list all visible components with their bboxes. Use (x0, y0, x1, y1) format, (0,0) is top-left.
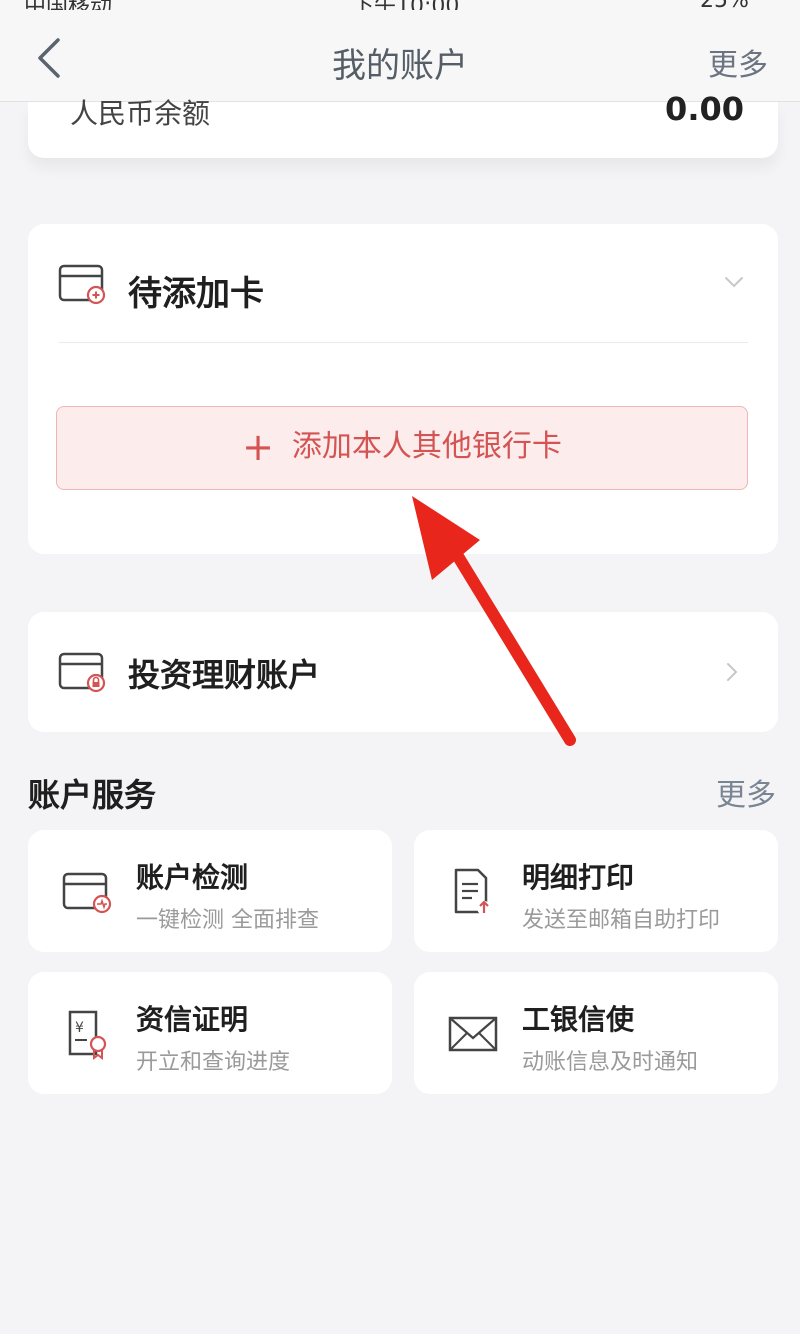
service-subtitle: 开立和查询进度 (136, 1050, 291, 1075)
service-title: 资信证明 (136, 1003, 249, 1036)
service-subtitle: 动账信息及时通知 (522, 1050, 699, 1075)
account-services-title: 账户服务 (28, 776, 157, 814)
balance-label: 人民币余额 (70, 97, 211, 130)
card-lock-icon (58, 652, 106, 693)
investment-account-title: 投资理财账户 (128, 656, 321, 694)
chevron-right-icon (727, 663, 738, 681)
service-subtitle: 一键检测 全面排查 (136, 908, 319, 933)
service-icbc-messenger[interactable]: 工银信使 动账信息及时通知 (414, 972, 778, 1094)
investment-account-row[interactable]: 投资理财账户 (28, 612, 778, 732)
account-services-more-button[interactable]: 更多 (716, 770, 776, 814)
service-title: 明细打印 (522, 861, 635, 894)
pending-cards-title: 待添加卡 (128, 274, 264, 314)
carrier-label: 中国移动 (24, 0, 112, 10)
balance-card: 人民币余额 0.00 (28, 90, 778, 158)
card-check-icon (62, 872, 112, 914)
battery-label: 25% (700, 0, 749, 10)
service-subtitle: 发送至邮箱自助打印 (522, 908, 721, 933)
certificate-icon: ¥ (68, 1010, 107, 1060)
page-title: 我的账户 (332, 46, 468, 86)
envelope-icon (448, 1016, 498, 1052)
divider (58, 342, 748, 343)
navigation-bar: 我的账户 更多 (0, 10, 800, 102)
pending-cards-panel: 待添加卡 + 添加本人其他银行卡 (28, 224, 778, 554)
plus-icon: + (242, 425, 274, 469)
nav-more-button[interactable]: 更多 (708, 40, 768, 84)
add-bank-card-button[interactable]: + 添加本人其他银行卡 (56, 406, 748, 490)
service-account-check[interactable]: 账户检测 一键检测 全面排查 (28, 830, 392, 952)
service-title: 工银信使 (522, 1003, 635, 1036)
service-credit-certificate[interactable]: ¥ 资信证明 开立和查询进度 (28, 972, 392, 1094)
balance-value: 0.00 (665, 90, 744, 128)
status-bar: 中国移动 下午10:00 25% (0, 0, 800, 10)
add-bank-card-label: 添加本人其他银行卡 (291, 429, 562, 464)
service-statement-print[interactable]: 明细打印 发送至邮箱自助打印 (414, 830, 778, 952)
svg-text:¥: ¥ (75, 1020, 84, 1036)
service-title: 账户检测 (136, 861, 249, 894)
chevron-down-icon[interactable] (722, 270, 746, 294)
status-time: 下午10:00 (352, 0, 459, 10)
document-print-icon (454, 868, 491, 915)
card-add-icon (58, 264, 106, 305)
